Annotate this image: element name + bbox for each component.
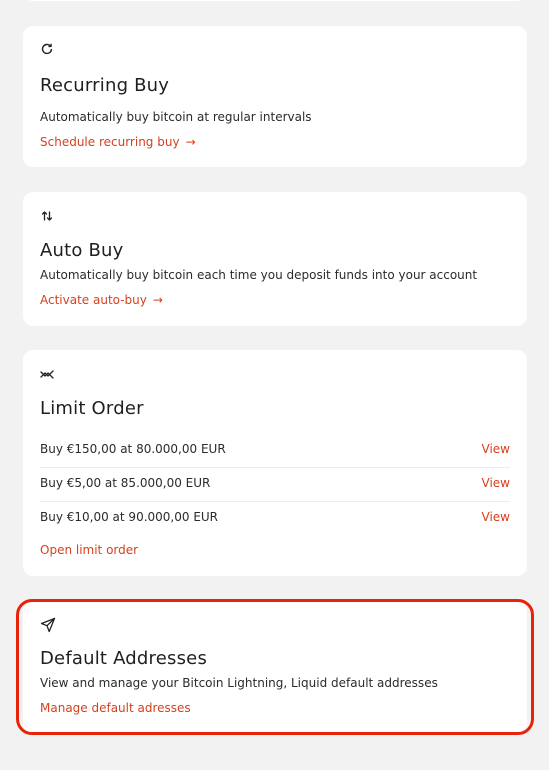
previous-card (23, 0, 527, 1)
auto-buy-description: Automatically buy bitcoin each time you … (40, 268, 478, 282)
view-order-button[interactable]: View (482, 476, 510, 490)
view-order-button[interactable]: View (482, 442, 510, 456)
auto-buy-card: Auto Buy Automatically buy bitcoin each … (23, 192, 527, 326)
trend-icon (40, 367, 56, 383)
order-label: Buy €10,00 at 90.000,00 EUR (40, 510, 219, 524)
schedule-recurring-buy-label: Schedule recurring buy (40, 135, 180, 149)
arrow-right-icon: → (185, 135, 196, 149)
limit-order-title: Limit Order (40, 398, 144, 419)
limit-order-row: Buy €5,00 at 85.000,00 EUR View (40, 467, 510, 502)
limit-order-card: Limit Order Buy €150,00 at 80.000,00 EUR… (23, 350, 527, 576)
limit-order-row: Buy €10,00 at 90.000,00 EUR View (40, 501, 510, 535)
refresh-icon (40, 42, 56, 58)
schedule-recurring-buy-link[interactable]: Schedule recurring buy → (40, 135, 196, 149)
highlight-outline (16, 599, 534, 735)
recurring-buy-title: Recurring Buy (40, 75, 170, 96)
order-label: Buy €5,00 at 85.000,00 EUR (40, 476, 211, 490)
activate-auto-buy-label: Activate auto-buy (40, 293, 147, 307)
activate-auto-buy-link[interactable]: Activate auto-buy → (40, 293, 163, 307)
limit-order-row: Buy €150,00 at 80.000,00 EUR View (40, 433, 510, 468)
open-limit-order-link[interactable]: Open limit order (40, 543, 138, 557)
arrow-right-icon: → (152, 293, 163, 307)
order-label: Buy €150,00 at 80.000,00 EUR (40, 442, 226, 456)
view-order-button[interactable]: View (482, 510, 510, 524)
auto-buy-title: Auto Buy (40, 240, 124, 261)
swap-vertical-icon (40, 209, 56, 225)
recurring-buy-description: Automatically buy bitcoin at regular int… (40, 110, 312, 124)
recurring-buy-card: Recurring Buy Automatically buy bitcoin … (23, 26, 527, 167)
